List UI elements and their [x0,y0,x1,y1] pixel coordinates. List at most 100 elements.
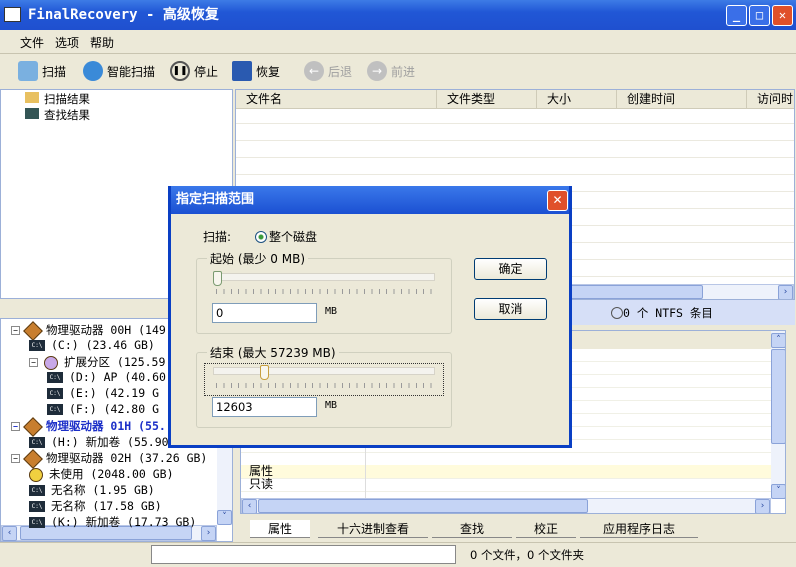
status-bar: 0 个文件，0 个文件夹 [0,542,796,567]
collapse-icon[interactable]: − [11,454,20,463]
stop-label: 停止 [194,64,219,79]
recover-label: 恢复 [256,64,281,79]
drive-tree-label: 扩展分区 (125.59 G [64,355,180,369]
col-filetype[interactable]: 文件类型 [437,90,537,108]
question-icon [29,467,43,482]
menu-options[interactable]: 选项 [55,34,79,51]
scan-range-dialog: 指定扫描范围 ✕ 扫描: 整个磁盘 起始 (最少 0 MB) 0 MB 结束 (… [168,186,572,448]
cancel-button[interactable]: 取消 [474,298,547,320]
tab-properties[interactable]: 属性 [250,520,310,538]
scroll-thumb[interactable] [771,349,785,444]
tree-scan-results[interactable]: 扫描结果 [25,91,90,107]
end-group: 结束 (最大 57239 MB) 12603 MB [196,344,452,428]
drive-tree-item[interactable]: 未使用 (2048.00 GB) [29,466,174,482]
drive-tree-item[interactable]: − 扩展分区 (125.59 G [29,352,180,373]
tree-search-results[interactable]: 查找结果 [25,107,90,123]
menu-bar: 文件 选项 帮助 [0,30,796,54]
smart-scan-button[interactable]: 智能扫描 [83,60,155,82]
floppy-icon [232,61,252,81]
pause-icon: ❚❚ [170,61,190,81]
col-filename[interactable]: 文件名 [236,90,437,108]
drive-tree-item[interactable]: C:\ (K:) 新加卷 (17.73 GB) [29,514,196,530]
start-slider-track[interactable] [213,273,435,281]
scroll-right-button[interactable]: › [201,526,216,541]
scroll-down-button[interactable]: ˅ [217,510,232,525]
scan-button[interactable]: 扫描 [18,60,66,82]
properties-vscrollbar[interactable]: ˄ ˅ [771,331,785,499]
menu-help[interactable]: 帮助 [90,34,114,51]
close-button[interactable]: ✕ [772,5,793,26]
drive-tree-item[interactable]: C:\ (D:) AP (40.60 G [47,370,180,384]
start-mb-input[interactable]: 0 [212,303,317,323]
tab-search[interactable]: 查找 [432,520,512,538]
drive-tree-item[interactable]: C:\ (H:) 新加卷 (55.90 [29,434,169,450]
ok-button[interactable]: 确定 [474,258,547,280]
start-slider-thumb[interactable] [213,271,222,286]
drive-tree-label: 无名称 (17.58 GB) [51,499,162,513]
scroll-up-button[interactable]: ˄ [771,333,785,348]
tab-verify[interactable]: 校正 [516,520,576,538]
key-icon [83,61,103,81]
tab-app-log[interactable]: 应用程序日志 [580,520,698,538]
drive-tree-item[interactable]: C:\ 无名称 (17.58 GB) [29,498,162,514]
back-label: 后退 [328,64,353,79]
collapse-icon[interactable]: − [11,326,20,335]
file-list-header: 文件名 文件类型 大小 创建时间 访问时间 [236,90,794,109]
dialog-title-bar: 指定扫描范围 ✕ [171,186,569,214]
drive-icon: C:\ [47,404,63,415]
menu-file[interactable]: 文件 [20,34,44,51]
end-unit: MB [325,400,338,411]
end-group-label: 结束 (最大 57239 MB) [207,344,339,361]
recover-button[interactable]: 恢复 [232,60,280,82]
drive-tree-label: 无名称 (1.95 GB) [51,483,155,497]
scan-label: 扫描 [42,64,67,79]
drive-tree-label: (C:) (23.46 GB) [51,338,155,352]
smart-scan-label: 智能扫描 [107,64,156,79]
properties-hscrollbar[interactable]: ‹ › [241,498,771,513]
scroll-left-button[interactable]: ‹ [2,526,17,541]
maximize-button[interactable]: □ [749,5,770,26]
drive-tree-label: (D:) AP (40.60 G [69,370,180,384]
status-progress-field [151,545,456,564]
drive-tree-item[interactable]: − 物理驱动器 00H (149.0 [11,320,180,341]
scroll-down-button[interactable]: ˅ [771,484,785,499]
col-size[interactable]: 大小 [537,90,617,108]
drive-icon: C:\ [29,517,45,528]
drive-tree-item[interactable]: C:\ 无名称 (1.95 GB) [29,482,155,498]
collapse-icon[interactable]: − [29,358,38,367]
scroll-thumb[interactable] [258,499,588,513]
back-button[interactable]: ← 后退 [304,60,352,82]
end-slider-track[interactable] [213,367,435,375]
end-mb-input[interactable]: 12603 [212,397,317,417]
title-bar: FinalRecovery - 高级恢复 _ □ ✕ [0,0,796,30]
drive-tree-item[interactable]: C:\ (E:) (42.19 G [47,386,159,400]
forward-button[interactable]: → 前进 [367,60,415,82]
dialog-close-button[interactable]: ✕ [547,190,568,211]
col-created[interactable]: 创建时间 [617,90,747,108]
drive-tree-item[interactable]: − 物理驱动器 02H (37.26 GB) [11,448,207,469]
scan-label: 扫描: [203,230,232,244]
stop-button[interactable]: ❚❚ 停止 [170,60,218,82]
scroll-right-button[interactable]: › [755,499,770,513]
drive-tree-item[interactable]: C:\ (C:) (23.46 GB) [29,338,155,352]
scroll-left-button[interactable]: ‹ [242,499,257,513]
col-accessed[interactable]: 访问时间 [747,90,794,108]
properties-row-highlight [241,465,771,478]
collapse-icon[interactable]: − [11,422,20,431]
dialog-title: 指定扫描范围 [176,192,255,207]
scroll-right-button[interactable]: › [778,285,793,299]
drive-tree-label: 未使用 (2048.00 GB) [49,467,174,481]
drive-tree-item[interactable]: − 物理驱动器 01H (55. [11,416,166,437]
drive-icon: C:\ [29,485,45,496]
radio-checked-icon [255,231,267,243]
whole-disk-radio[interactable]: 整个磁盘 [255,228,317,245]
tab-hex-view[interactable]: 十六进制查看 [318,520,428,538]
toolbar: 扫描 智能扫描 ❚❚ 停止 恢复 ← 后退 → 前进 [0,55,796,87]
end-slider-thumb[interactable] [259,365,269,380]
magnifier-icon [18,61,38,81]
drive-icon: C:\ [29,340,45,351]
drive-tree-item[interactable]: C:\ (F:) (42.80 G [47,402,159,416]
drive-tree-label: (F:) (42.80 G [69,402,160,416]
window-title: FinalRecovery - 高级恢复 [28,7,219,23]
minimize-button[interactable]: _ [726,5,747,26]
